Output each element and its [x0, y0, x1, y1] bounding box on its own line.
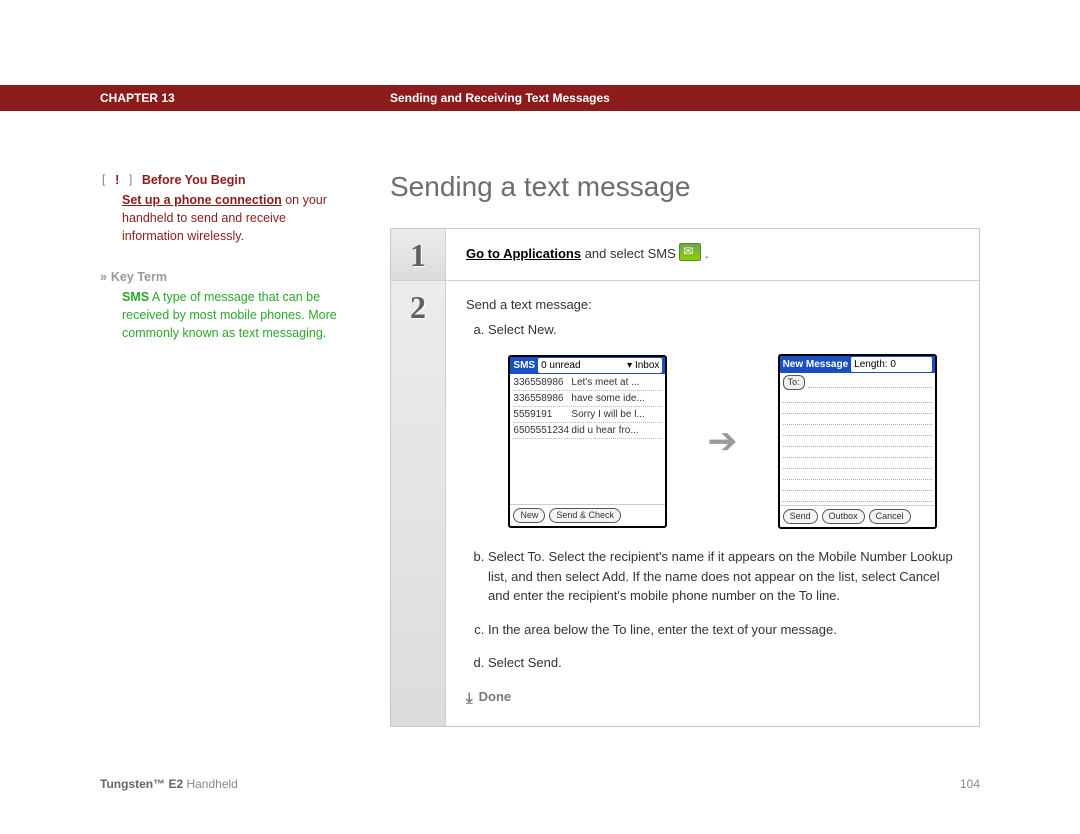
step2-d: Select Send.: [488, 653, 959, 673]
page-title: Sending a text message: [390, 171, 980, 203]
step-1: 1 Go to Applications and select SMS .: [391, 229, 979, 281]
message-line[interactable]: [783, 403, 932, 414]
screenshots-row: SMS 0 unread ▾ Inbox 336558986Let's meet…: [486, 354, 959, 530]
cancel-button[interactable]: Cancel: [869, 509, 911, 525]
unread-count: 0 unread: [541, 358, 580, 373]
list-item: 6505551234did u hear fro...: [513, 423, 662, 439]
arrow-right-icon: ➔: [707, 414, 737, 468]
done-arrow-icon: ⤓: [466, 690, 473, 707]
step2-b: Select To. Select the recipient's name i…: [488, 547, 959, 606]
before-you-begin-body: Set up a phone connection on your handhe…: [122, 191, 350, 245]
page-footer: Tungsten™ E2 Handheld 104: [0, 727, 1080, 811]
sms-app-icon: [679, 243, 701, 261]
message-line[interactable]: [783, 414, 932, 425]
length-indicator: Length: 0: [854, 357, 896, 372]
palm-newmsg-screenshot: New Message Length: 0 To:: [778, 354, 937, 530]
message-line[interactable]: [783, 480, 932, 491]
palm-app-title: SMS: [513, 358, 535, 373]
go-to-applications-link[interactable]: Go to Applications: [466, 246, 581, 261]
key-term-heading: » Key Term: [100, 268, 350, 286]
step2-c: In the area below the To line, enter the…: [488, 620, 959, 640]
sidebar: [ ! ] Before You Begin Set up a phone co…: [100, 171, 390, 727]
page-number: 104: [960, 777, 980, 791]
send-check-button[interactable]: Send & Check: [549, 508, 621, 524]
step-number: 1: [391, 229, 446, 280]
chapter-label: CHAPTER 13: [100, 91, 390, 105]
message-line[interactable]: [783, 392, 932, 403]
setup-phone-link[interactable]: Set up a phone connection: [122, 193, 282, 207]
palm-inbox-screenshot: SMS 0 unread ▾ Inbox 336558986Let's meet…: [508, 355, 667, 529]
message-line[interactable]: [783, 469, 932, 480]
message-line[interactable]: [783, 436, 932, 447]
chapter-header: CHAPTER 13 Sending and Receiving Text Me…: [0, 85, 1080, 111]
done-indicator: ⤓Done: [466, 687, 959, 711]
new-button[interactable]: New: [513, 508, 545, 524]
step-2: 2 Send a text message: Select New. SMS 0…: [391, 281, 979, 727]
steps-box: 1 Go to Applications and select SMS . 2 …: [390, 228, 980, 727]
to-button[interactable]: To:: [783, 375, 805, 391]
outbox-button[interactable]: Outbox: [822, 509, 865, 525]
inbox-list: 336558986Let's meet at ... 336558986have…: [510, 374, 665, 504]
message-line[interactable]: [783, 491, 932, 502]
list-item: 336558986Let's meet at ...: [513, 375, 662, 391]
message-line[interactable]: [783, 458, 932, 469]
message-line[interactable]: [783, 447, 932, 458]
to-field[interactable]: [808, 377, 932, 388]
send-button[interactable]: Send: [783, 509, 818, 525]
step-number: 2: [391, 281, 446, 727]
message-line[interactable]: [783, 425, 932, 436]
list-item: 5559191Sorry I will be l...: [513, 407, 662, 423]
product-name: Tungsten™ E2: [100, 777, 183, 791]
list-item: 336558986have some ide...: [513, 391, 662, 407]
before-you-begin-heading: [ ! ] Before You Begin: [100, 171, 350, 189]
step2-intro: Send a text message:: [466, 295, 959, 315]
chapter-title: Sending and Receiving Text Messages: [390, 91, 610, 105]
main-content: Sending a text message 1 Go to Applicati…: [390, 171, 980, 727]
key-term-body: SMS A type of message that can be receiv…: [122, 288, 350, 342]
folder-dropdown[interactable]: ▾ Inbox: [627, 358, 659, 373]
palm-app-title: New Message: [783, 357, 849, 372]
step2-a: Select New.: [488, 320, 959, 340]
